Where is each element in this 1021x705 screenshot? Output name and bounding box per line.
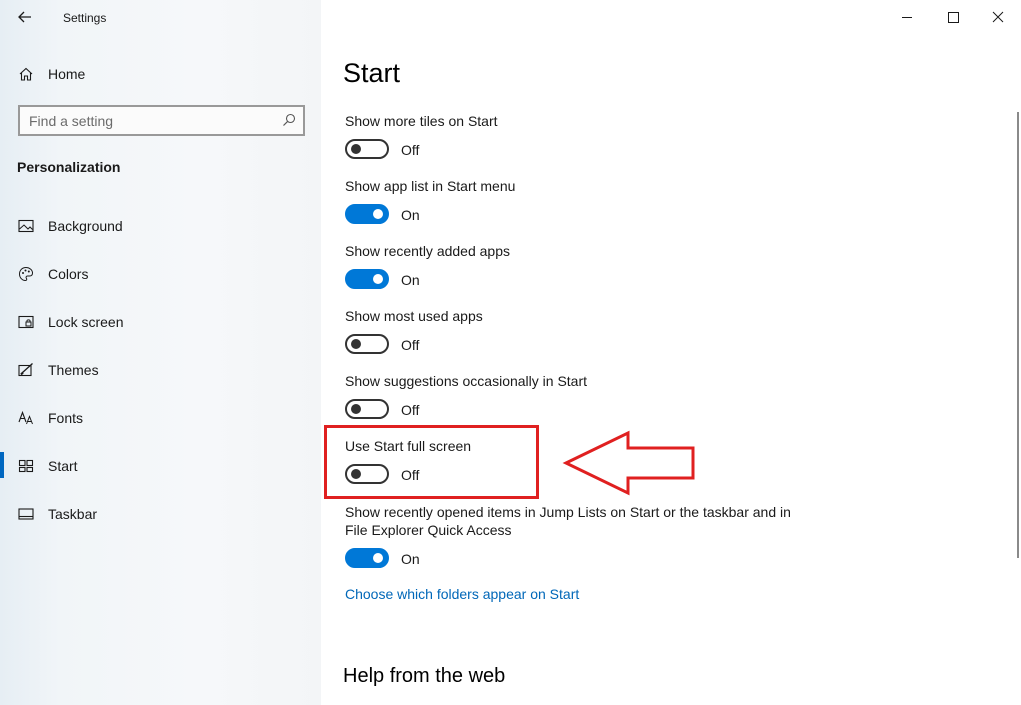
setting-label: Show suggestions occasionally in Start: [345, 373, 588, 389]
app-title: Settings: [63, 11, 107, 25]
sidebar-item-themes[interactable]: Themes: [0, 352, 321, 388]
sidebar-item-fonts[interactable]: Fonts: [0, 400, 321, 436]
toggle-show-app-list[interactable]: [345, 204, 389, 224]
sidebar-item-home[interactable]: Home: [0, 58, 321, 90]
setting-label: Show recently added apps: [345, 243, 510, 259]
annotation-highlight-box: [324, 425, 539, 499]
toggle-show-recently-added[interactable]: [345, 269, 389, 289]
toggle-show-more-tiles[interactable]: [345, 139, 389, 159]
start-icon: [18, 459, 34, 473]
setting-label: Show most used apps: [345, 308, 483, 324]
toggle-show-jump-lists[interactable]: [345, 548, 389, 568]
search-box[interactable]: [18, 105, 305, 136]
toggle-knob: [373, 209, 383, 219]
toggle-knob: [351, 404, 361, 414]
minimize-button[interactable]: [884, 0, 930, 34]
sidebar-item-label: Background: [48, 218, 123, 234]
toggle-state: On: [401, 551, 420, 567]
search-input[interactable]: [20, 107, 275, 134]
sidebar-item-colors[interactable]: Colors: [0, 256, 321, 292]
setting-label: Show app list in Start menu: [345, 178, 516, 194]
sidebar-item-taskbar[interactable]: Taskbar: [0, 496, 321, 532]
close-icon: [992, 11, 1004, 23]
annotation-arrow-icon: [562, 430, 695, 496]
lock-screen-icon: [18, 315, 34, 329]
page-title: Start: [343, 58, 401, 88]
close-button[interactable]: [975, 0, 1021, 34]
sidebar: Settings Home Personalization Background…: [0, 0, 321, 705]
toggle-knob: [373, 553, 383, 563]
sidebar-item-label: Lock screen: [48, 314, 124, 330]
toggle-show-suggestions[interactable]: [345, 399, 389, 419]
sidebar-item-label: Taskbar: [48, 506, 98, 522]
toggle-knob: [351, 144, 361, 154]
minimize-icon: [902, 17, 912, 18]
picture-icon: [18, 219, 34, 233]
selection-indicator: [0, 452, 4, 478]
sidebar-item-label: Start: [48, 458, 78, 474]
setting-label: Show more tiles on Start: [345, 113, 498, 129]
scrollbar[interactable]: [1017, 112, 1019, 558]
themes-icon: [18, 363, 33, 377]
section-heading: Personalization: [17, 159, 121, 175]
maximize-button[interactable]: [930, 0, 976, 34]
sidebar-item-label: Colors: [48, 266, 89, 282]
fonts-icon: [18, 410, 33, 425]
help-heading: Help from the web: [343, 665, 506, 687]
toggle-state: Off: [401, 142, 420, 158]
back-arrow-icon: [18, 11, 31, 23]
toggle-state: On: [401, 207, 420, 223]
toggle-state: On: [401, 272, 420, 288]
sidebar-item-background[interactable]: Background: [0, 208, 321, 244]
toggle-knob: [351, 339, 361, 349]
taskbar-icon: [18, 508, 34, 520]
sidebar-item-label: Themes: [48, 362, 99, 378]
palette-icon: [18, 266, 34, 282]
toggle-knob: [373, 274, 383, 284]
back-button[interactable]: [14, 6, 36, 28]
toggle-show-most-used[interactable]: [345, 334, 389, 354]
toggle-state: Off: [401, 337, 420, 353]
sidebar-item-label: Home: [48, 66, 86, 82]
sidebar-item-lock-screen[interactable]: Lock screen: [0, 304, 321, 340]
setting-label: Show recently opened items in Jump Lists…: [345, 504, 791, 538]
toggle-state: Off: [401, 402, 420, 418]
maximize-icon: [948, 12, 959, 23]
home-icon: [19, 67, 33, 81]
choose-folders-link[interactable]: Choose which folders appear on Start: [345, 586, 579, 602]
search-icon[interactable]: [282, 113, 296, 127]
sidebar-item-start[interactable]: Start: [0, 448, 321, 484]
sidebar-item-label: Fonts: [48, 410, 84, 426]
